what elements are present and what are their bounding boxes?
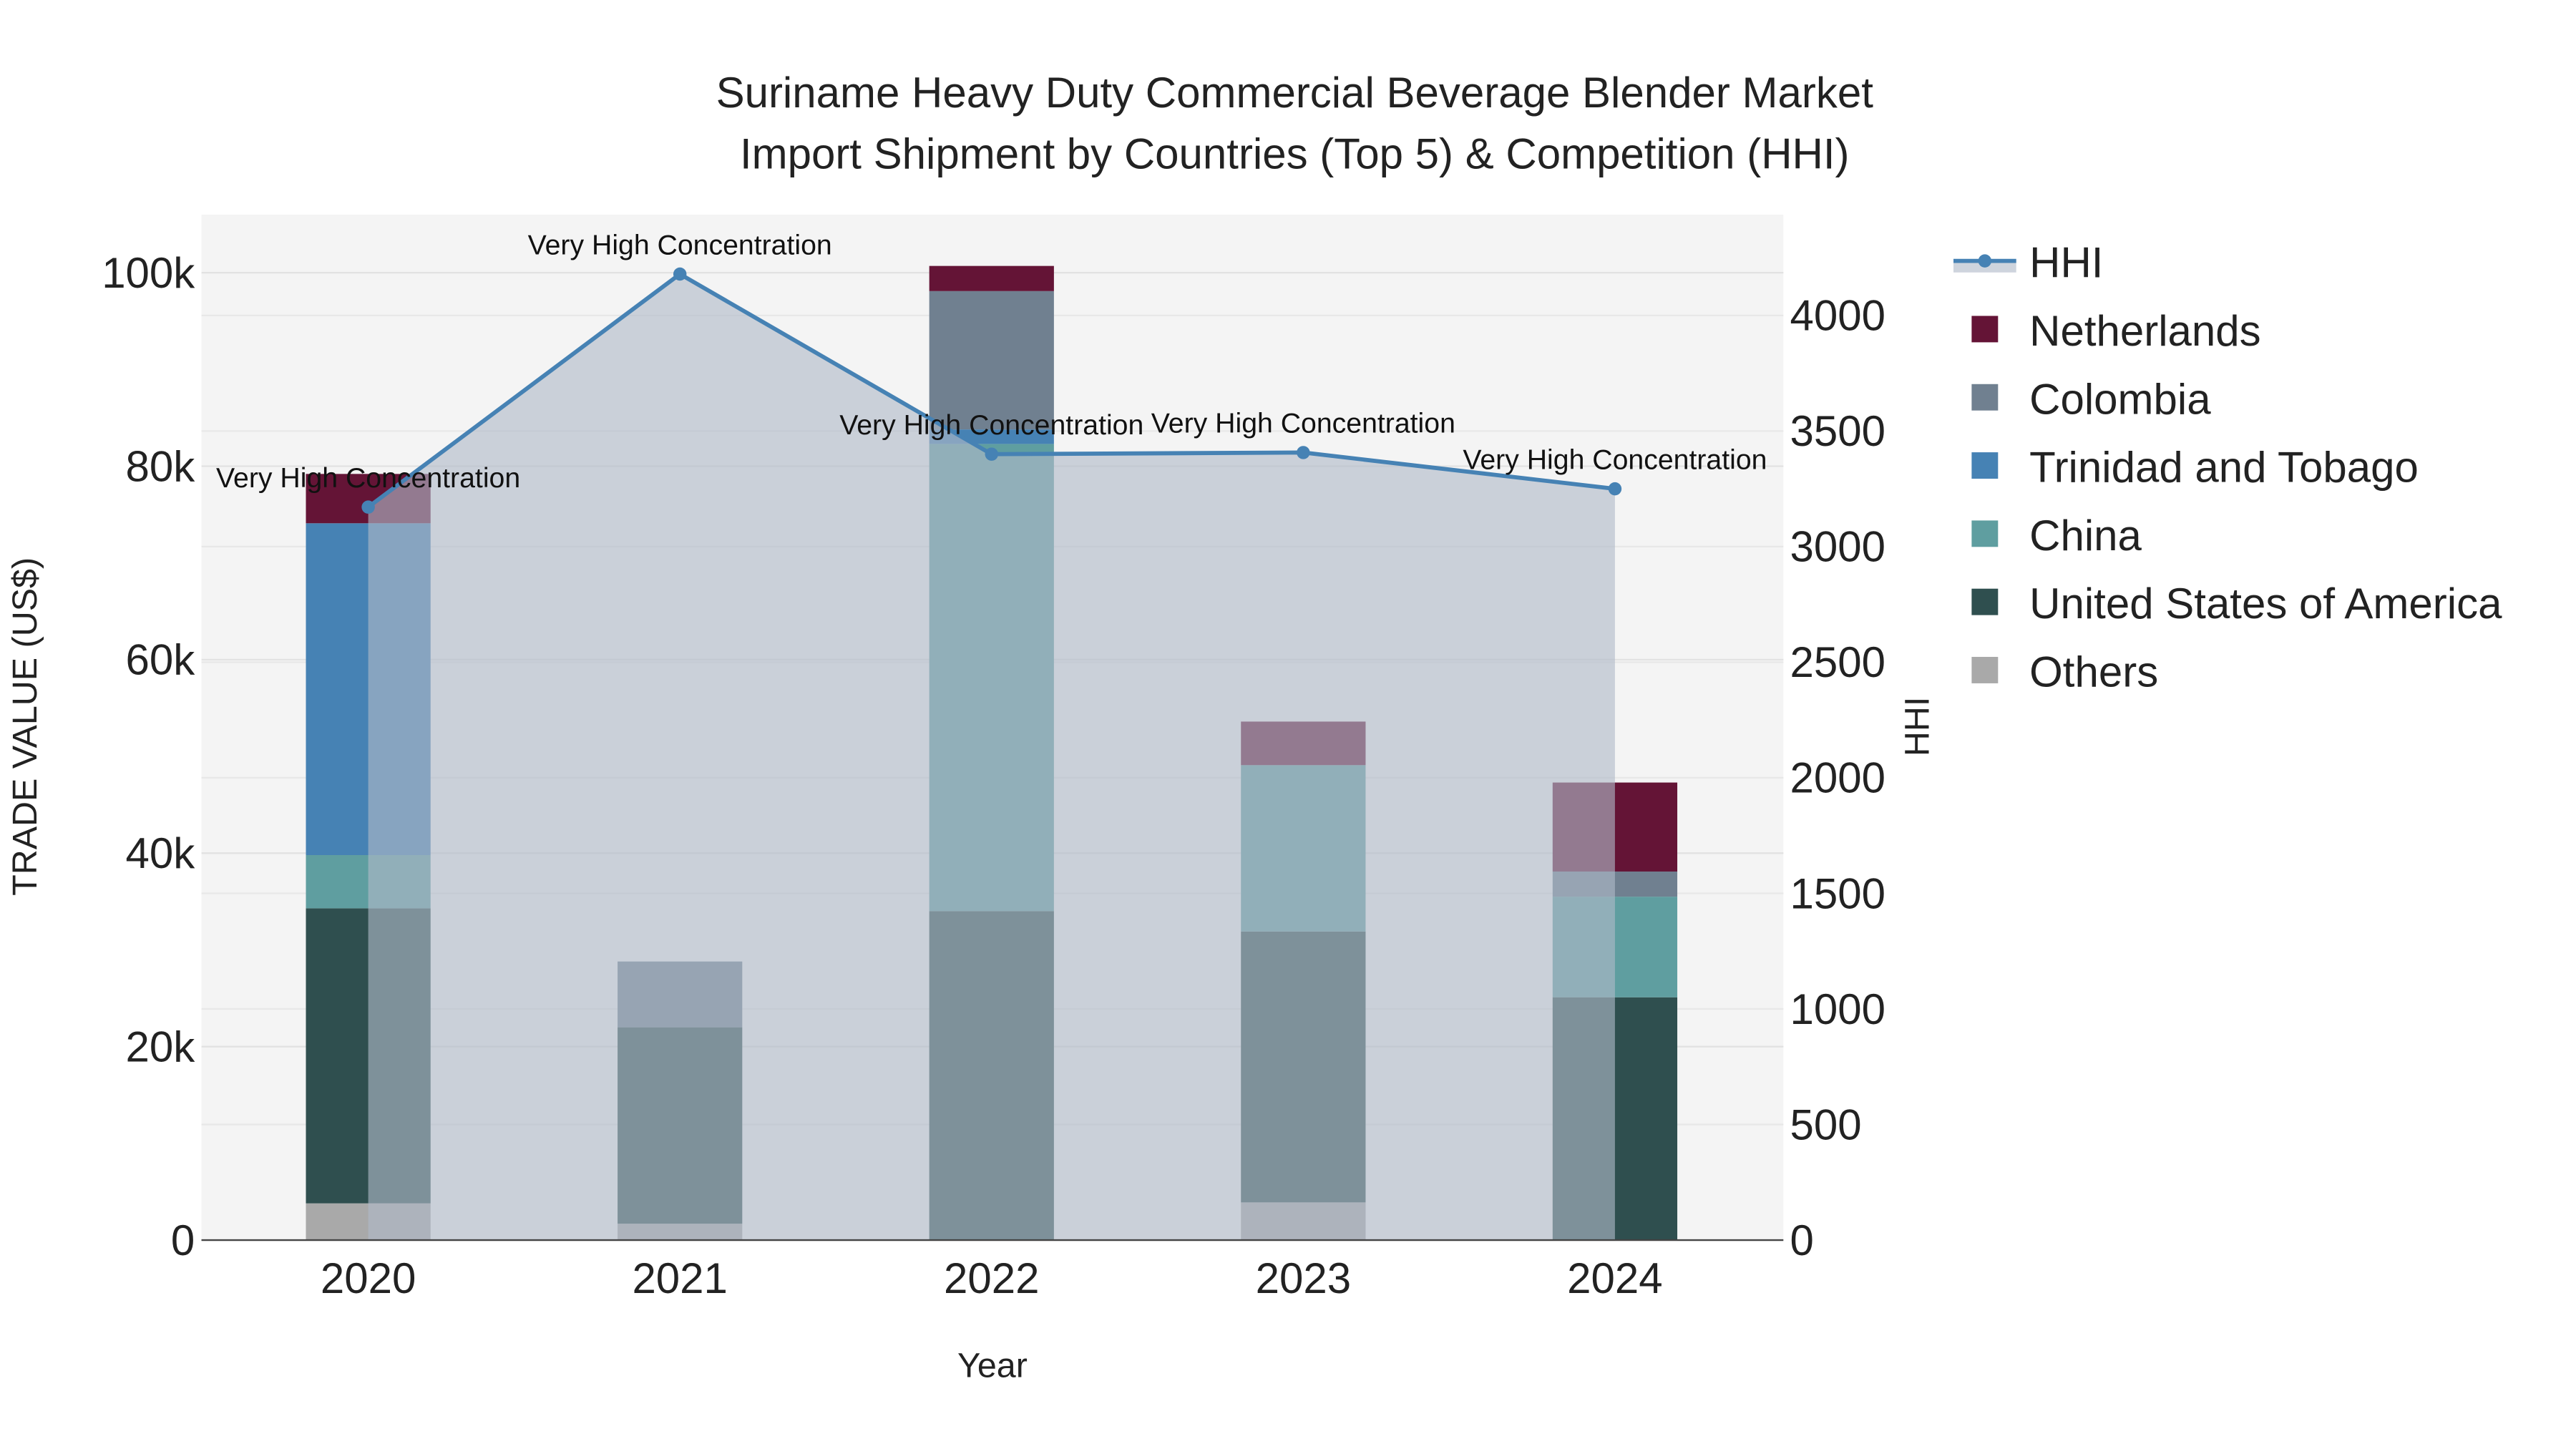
hhi-point-2020[interactable] bbox=[361, 500, 375, 514]
legend-item-united-states-of-america[interactable]: United States of America bbox=[1971, 580, 2502, 628]
legend-marker bbox=[1978, 254, 1992, 268]
y2-tick-label: 3000 bbox=[1790, 523, 1885, 571]
y-axis-label: TRADE VALUE (US$) bbox=[6, 557, 44, 896]
y2-axis-label: HHI bbox=[1898, 697, 1936, 756]
y-tick-label: 0 bbox=[171, 1216, 195, 1264]
y2-tick-label: 1000 bbox=[1790, 985, 1885, 1033]
legend-label: China bbox=[2029, 512, 2142, 560]
legend-label: United States of America bbox=[2029, 580, 2502, 628]
legend-label: Trinidad and Tobago bbox=[2029, 444, 2419, 492]
x-tick-label: 2024 bbox=[1567, 1254, 1662, 1302]
y-tick-label: 20k bbox=[126, 1023, 196, 1070]
legend-label: HHI bbox=[2029, 239, 2103, 287]
hhi-point-2022[interactable] bbox=[985, 447, 998, 461]
chart-title-line1: Suriname Heavy Duty Commercial Beverage … bbox=[716, 69, 1874, 117]
legend-label: Others bbox=[2029, 648, 2158, 696]
x-tick-label: 2020 bbox=[321, 1254, 416, 1302]
hhi-annotation: Very High Concentration bbox=[1463, 444, 1767, 475]
legend-label: Netherlands bbox=[2029, 307, 2261, 355]
hhi-annotation: Very High Concentration bbox=[216, 462, 520, 494]
x-tick-label: 2022 bbox=[944, 1254, 1039, 1302]
y-tick-label: 60k bbox=[126, 636, 196, 684]
x-axis-label: Year bbox=[957, 1347, 1028, 1385]
chart-title-line2: Import Shipment by Countries (Top 5) & C… bbox=[740, 130, 1850, 177]
legend-swatch bbox=[1971, 452, 1999, 479]
legend-swatch bbox=[1971, 657, 1999, 683]
y-tick-label: 100k bbox=[102, 249, 195, 297]
legend-item-trinidad-and-tobago[interactable]: Trinidad and Tobago bbox=[1971, 444, 2419, 492]
y2-tick-label: 0 bbox=[1790, 1216, 1814, 1264]
hhi-point-2024[interactable] bbox=[1608, 482, 1622, 496]
legend-swatch bbox=[1971, 520, 1999, 547]
y2-tick-label: 3500 bbox=[1790, 407, 1885, 455]
hhi-annotation: Very High Concentration bbox=[839, 409, 1143, 441]
y-tick-label: 40k bbox=[126, 829, 196, 877]
chart: Suriname Heavy Duty Commercial Beverage … bbox=[0, 0, 2576, 1449]
hhi-point-2021[interactable] bbox=[673, 267, 687, 281]
y2-tick-label: 500 bbox=[1790, 1101, 1862, 1148]
x-tick-label: 2021 bbox=[632, 1254, 727, 1302]
y2-tick-label: 2000 bbox=[1790, 754, 1885, 802]
hhi-point-2023[interactable] bbox=[1297, 446, 1310, 459]
legend-label: Colombia bbox=[2029, 375, 2211, 423]
legend-swatch bbox=[1971, 588, 1999, 615]
y2-tick-label: 4000 bbox=[1790, 292, 1885, 340]
y2-tick-label: 2500 bbox=[1790, 638, 1885, 686]
hhi-annotation: Very High Concentration bbox=[1151, 408, 1455, 439]
y2-tick-label: 1500 bbox=[1790, 869, 1885, 917]
legend-swatch bbox=[1971, 316, 1999, 343]
bar-netherlands-2022[interactable] bbox=[929, 265, 1054, 291]
y-tick-label: 80k bbox=[126, 442, 196, 490]
legend-swatch bbox=[1971, 384, 1999, 411]
x-tick-label: 2023 bbox=[1256, 1254, 1351, 1302]
hhi-annotation: Very High Concentration bbox=[528, 229, 832, 260]
